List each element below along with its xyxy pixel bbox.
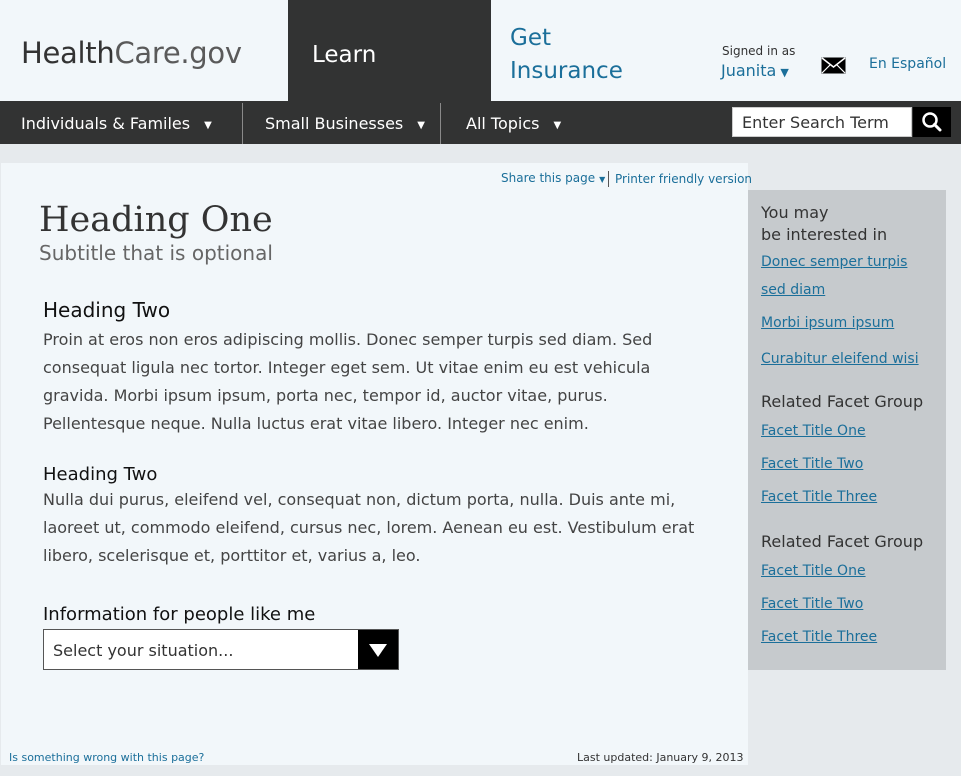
user-name: Juanita xyxy=(721,61,777,80)
caret-down-icon: ▼ xyxy=(553,120,562,131)
nav-item-label: All Topics xyxy=(466,114,540,133)
search-button[interactable] xyxy=(913,107,951,137)
situation-label: Information for people like me xyxy=(43,604,316,625)
caret-down-icon: ▼ xyxy=(599,175,606,184)
caret-down-icon: ▼ xyxy=(780,66,789,79)
nav-item-all-topics[interactable]: All Topics ▼ xyxy=(466,101,561,144)
report-problem-link[interactable]: Is something wrong with this page? xyxy=(9,751,204,764)
facet-link[interactable]: Facet Title Two xyxy=(761,450,863,478)
section-paragraph: Proin at eros non eros adipiscing mollis… xyxy=(43,330,653,433)
share-page-link[interactable]: Share this page ▼ xyxy=(501,171,605,185)
logo-part-caregov: Care.gov xyxy=(114,36,242,70)
facet-group-title: Related Facet Group xyxy=(761,532,924,551)
share-label: Share this page xyxy=(501,171,596,185)
printer-friendly-link[interactable]: Printer friendly version xyxy=(615,172,752,186)
search-icon xyxy=(922,112,942,132)
facet-link[interactable]: Facet Title Three xyxy=(761,483,877,511)
nav-divider xyxy=(440,103,441,144)
sidebar-interest-link[interactable]: Donec semper turpis sed diam xyxy=(761,248,921,304)
caret-down-icon: ▼ xyxy=(204,120,212,131)
sidebar-interest-link[interactable]: Curabitur eleifend wisi xyxy=(761,345,919,373)
nav-item-label: Individuals & Familes xyxy=(21,114,191,133)
nav-item-individuals[interactable]: Individuals & Familes ▼ xyxy=(21,101,212,144)
triangle-down-icon xyxy=(369,644,387,657)
utility-divider xyxy=(608,171,609,187)
get-insurance-link[interactable]: Get Insurance xyxy=(510,22,650,88)
facet-link[interactable]: Facet Title Three xyxy=(761,623,877,651)
page-title: Heading One xyxy=(39,200,273,240)
situation-select-button[interactable] xyxy=(358,630,398,669)
section-paragraph: Nulla dui purus, eleifend vel, consequat… xyxy=(43,490,695,565)
caret-down-icon: ▼ xyxy=(417,120,425,131)
logo-part-health: Health xyxy=(21,36,115,70)
situation-select-value: Select your situation... xyxy=(53,641,234,660)
facet-link[interactable]: Facet Title One xyxy=(761,417,866,445)
learn-tab[interactable]: Learn xyxy=(288,0,491,101)
language-link[interactable]: En Español xyxy=(869,56,946,72)
signed-in-label: Signed in as xyxy=(722,44,796,58)
site-header: HealthCare.gov Learn Get Insurance Signe… xyxy=(0,0,961,101)
mail-icon[interactable] xyxy=(821,57,846,74)
section-heading: Heading Two xyxy=(43,298,171,322)
section-heading: Heading Two xyxy=(43,464,158,485)
user-menu[interactable]: Juanita ▼ xyxy=(721,61,789,80)
facet-link[interactable]: Facet Title Two xyxy=(761,590,863,618)
facet-link[interactable]: Facet Title One xyxy=(761,557,866,585)
nav-item-small-businesses[interactable]: Small Businesses ▼ xyxy=(265,101,425,144)
nav-item-label: Small Businesses xyxy=(265,114,404,133)
facet-group-title: Related Facet Group xyxy=(761,392,924,411)
nav-divider xyxy=(242,103,243,144)
sidebar-interest-link[interactable]: Morbi ipsum ipsum xyxy=(761,309,894,337)
page-subtitle: Subtitle that is optional xyxy=(39,241,273,265)
sidebar-interest-heading-line1: You may xyxy=(761,203,829,222)
situation-select[interactable]: Select your situation... xyxy=(43,629,399,670)
search-input[interactable]: Enter Search Term xyxy=(732,107,912,137)
last-updated: Last updated: January 9, 2013 xyxy=(577,751,744,764)
sidebar-interest-heading-line2: be interested in xyxy=(761,225,888,244)
site-logo[interactable]: HealthCare.gov xyxy=(21,36,242,70)
